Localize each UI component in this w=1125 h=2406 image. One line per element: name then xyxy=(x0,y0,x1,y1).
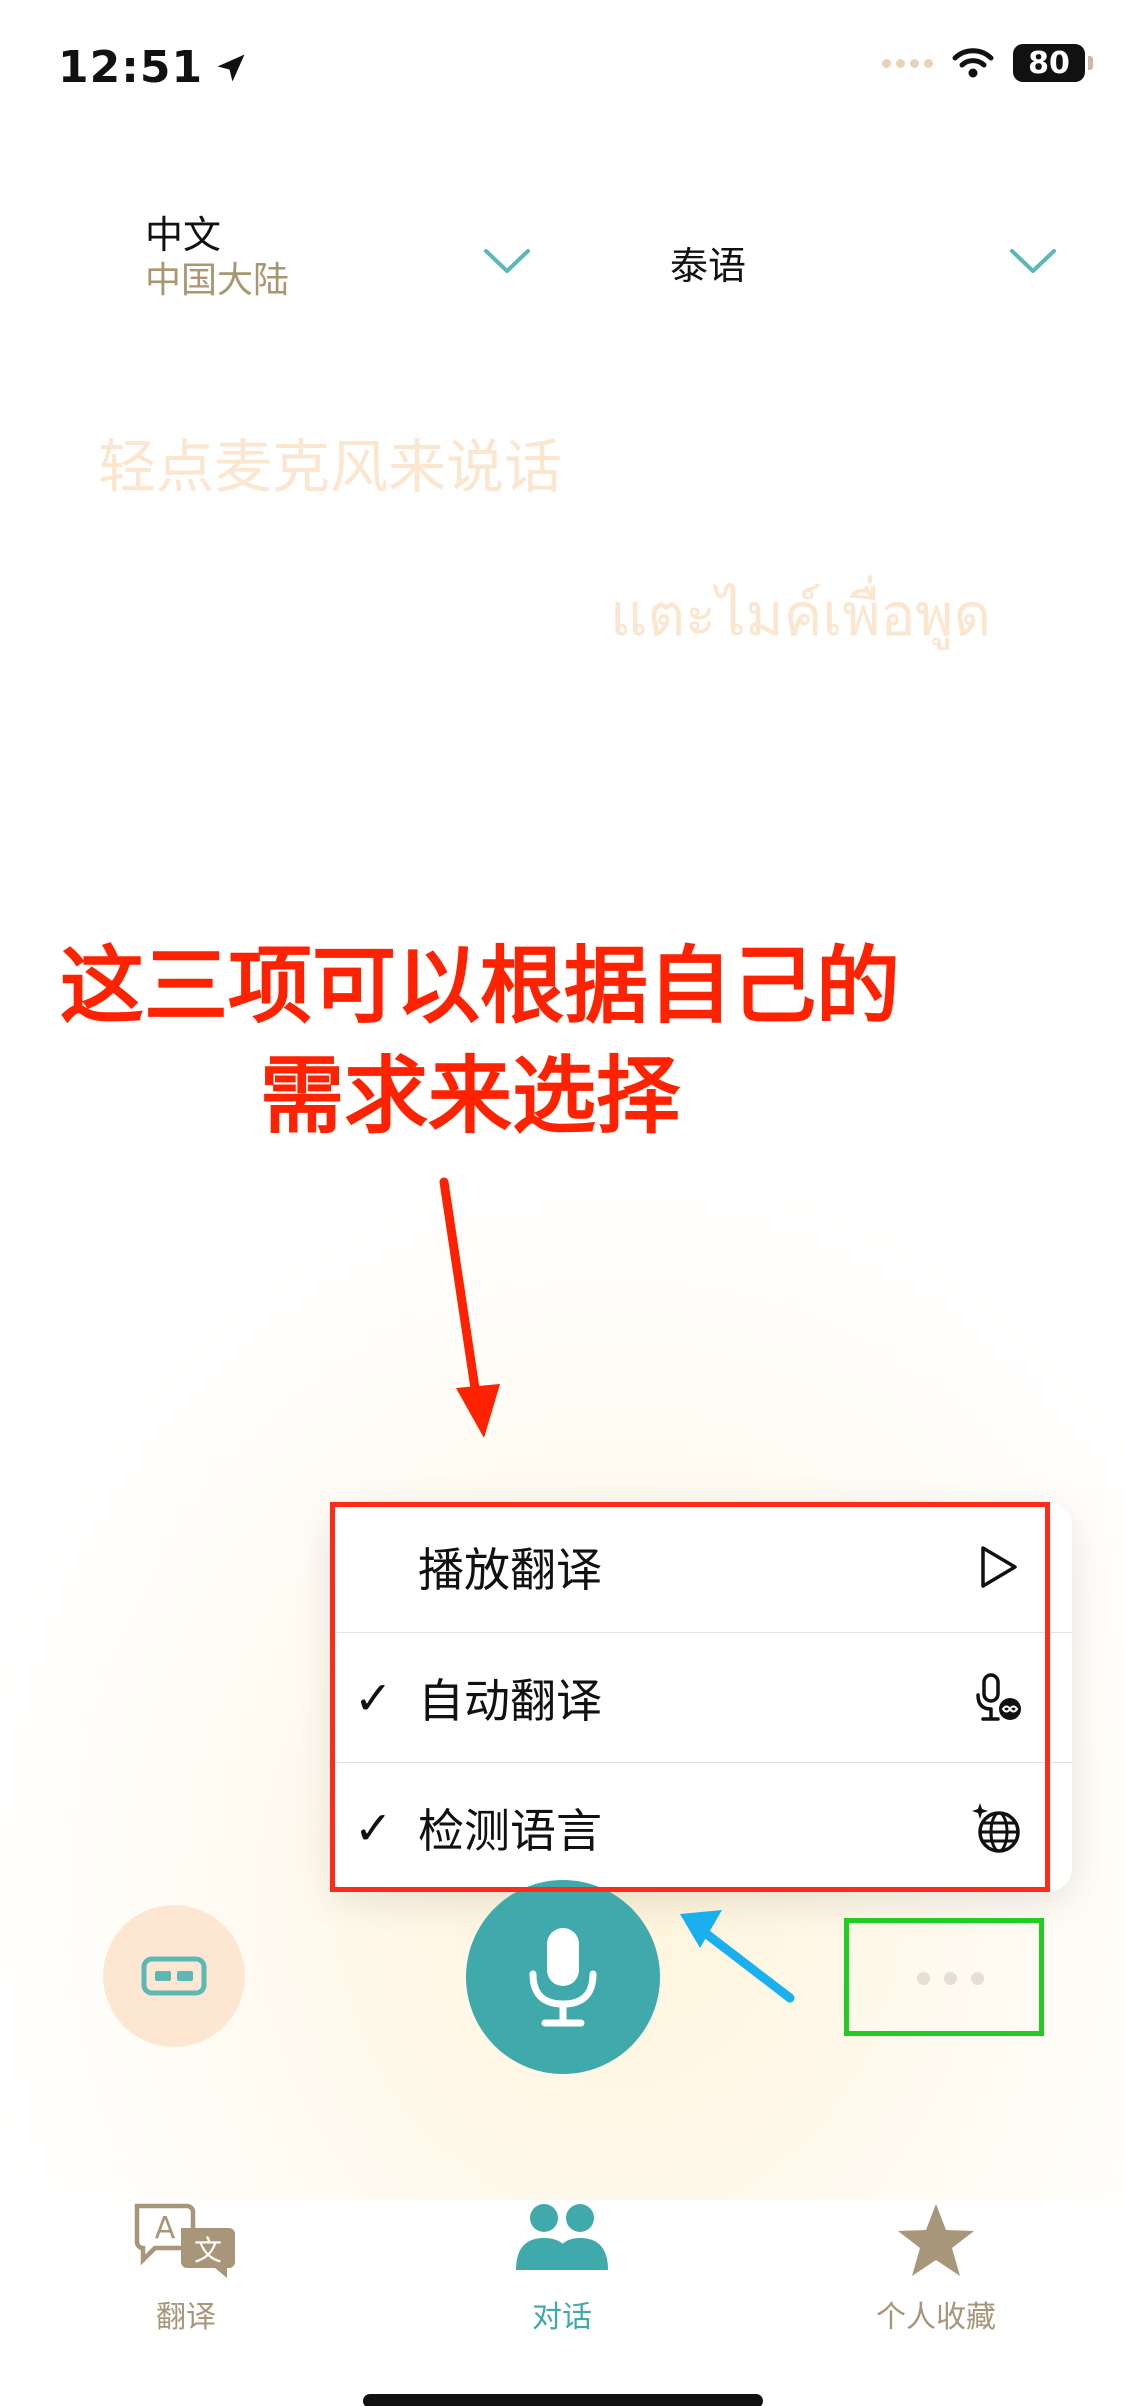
tab-conversation[interactable]: 对话 xyxy=(462,2200,662,2336)
more-dot-icon xyxy=(916,1971,930,1985)
checkmark-icon: ✓ xyxy=(354,1800,393,1855)
location-arrow-icon xyxy=(217,54,245,81)
status-indicators: 80 xyxy=(882,44,1093,82)
tab-label: 个人收藏 xyxy=(876,2300,996,2335)
menu-item-label: 检测语言 xyxy=(418,1803,602,1858)
menu-item-auto-translate[interactable]: ✓ 自动翻译 xyxy=(330,1632,1072,1762)
annotation-line-2: 需求来选择 xyxy=(259,1047,680,1145)
more-dot-icon xyxy=(970,1971,984,1985)
source-language-selector[interactable]: 中文 中国大陆 xyxy=(145,212,289,304)
menu-item-detect-language[interactable]: ✓ 检测语言 xyxy=(330,1762,1072,1892)
tab-label: 对话 xyxy=(532,2300,592,2335)
play-icon xyxy=(981,1546,1017,1588)
menu-item-label: 播放翻译 xyxy=(418,1543,602,1597)
more-options-button[interactable] xyxy=(880,1930,1020,2026)
more-dot-icon xyxy=(943,1971,957,1985)
speak-prompt-chinese: 轻点麦克风来说话 xyxy=(98,433,563,501)
subtitles-icon xyxy=(141,1956,207,1996)
target-language-selector[interactable]: 泰语 xyxy=(670,235,746,290)
status-time-text: 12:51 xyxy=(58,42,204,93)
source-language-name: 中文 xyxy=(145,213,222,257)
home-indicator xyxy=(363,2394,763,2406)
svg-text:文: 文 xyxy=(194,2234,222,2267)
subtitle-mode-button[interactable] xyxy=(103,1905,245,2047)
options-menu: 播放翻译 ✓ 自动翻译 ✓ 检测语言 xyxy=(330,1502,1072,1892)
star-icon xyxy=(898,2204,974,2276)
checkmark-icon: ✓ xyxy=(354,1670,393,1725)
menu-item-label: 自动翻译 xyxy=(418,1673,602,1728)
tab-favorites[interactable]: 个人收藏 xyxy=(836,2200,1036,2336)
battery-indicator: 80 xyxy=(1013,44,1093,82)
chevron-down-icon[interactable] xyxy=(482,246,532,276)
status-time: 12:51 xyxy=(58,42,249,93)
wifi-icon xyxy=(952,48,994,78)
translate-icon: A 文 xyxy=(134,2203,235,2278)
mic-infinity-icon xyxy=(976,1672,1021,1721)
cellular-signal-icon xyxy=(882,58,933,68)
source-language-region: 中国大陆 xyxy=(145,260,290,301)
chevron-down-icon[interactable] xyxy=(1008,246,1058,276)
target-language-name: 泰语 xyxy=(670,244,747,288)
microphone-icon xyxy=(529,1928,597,2027)
blue-arrow-icon xyxy=(680,1910,795,2003)
people-icon xyxy=(516,2204,608,2270)
svg-text:A: A xyxy=(155,2211,176,2246)
menu-item-play-translation[interactable]: 播放翻译 xyxy=(330,1502,1072,1632)
globe-sparkle-icon xyxy=(972,1802,1020,1853)
tab-label: 翻译 xyxy=(156,2300,216,2335)
microphone-button[interactable] xyxy=(466,1880,660,2074)
annotation-line-1: 这三项可以根据自己的 xyxy=(60,937,901,1035)
red-arrow-icon xyxy=(439,1177,500,1438)
speak-prompt-thai: แตะไมค์เพื่อพูด xyxy=(610,581,992,649)
tab-translate[interactable]: A 文 翻译 xyxy=(86,2200,286,2336)
